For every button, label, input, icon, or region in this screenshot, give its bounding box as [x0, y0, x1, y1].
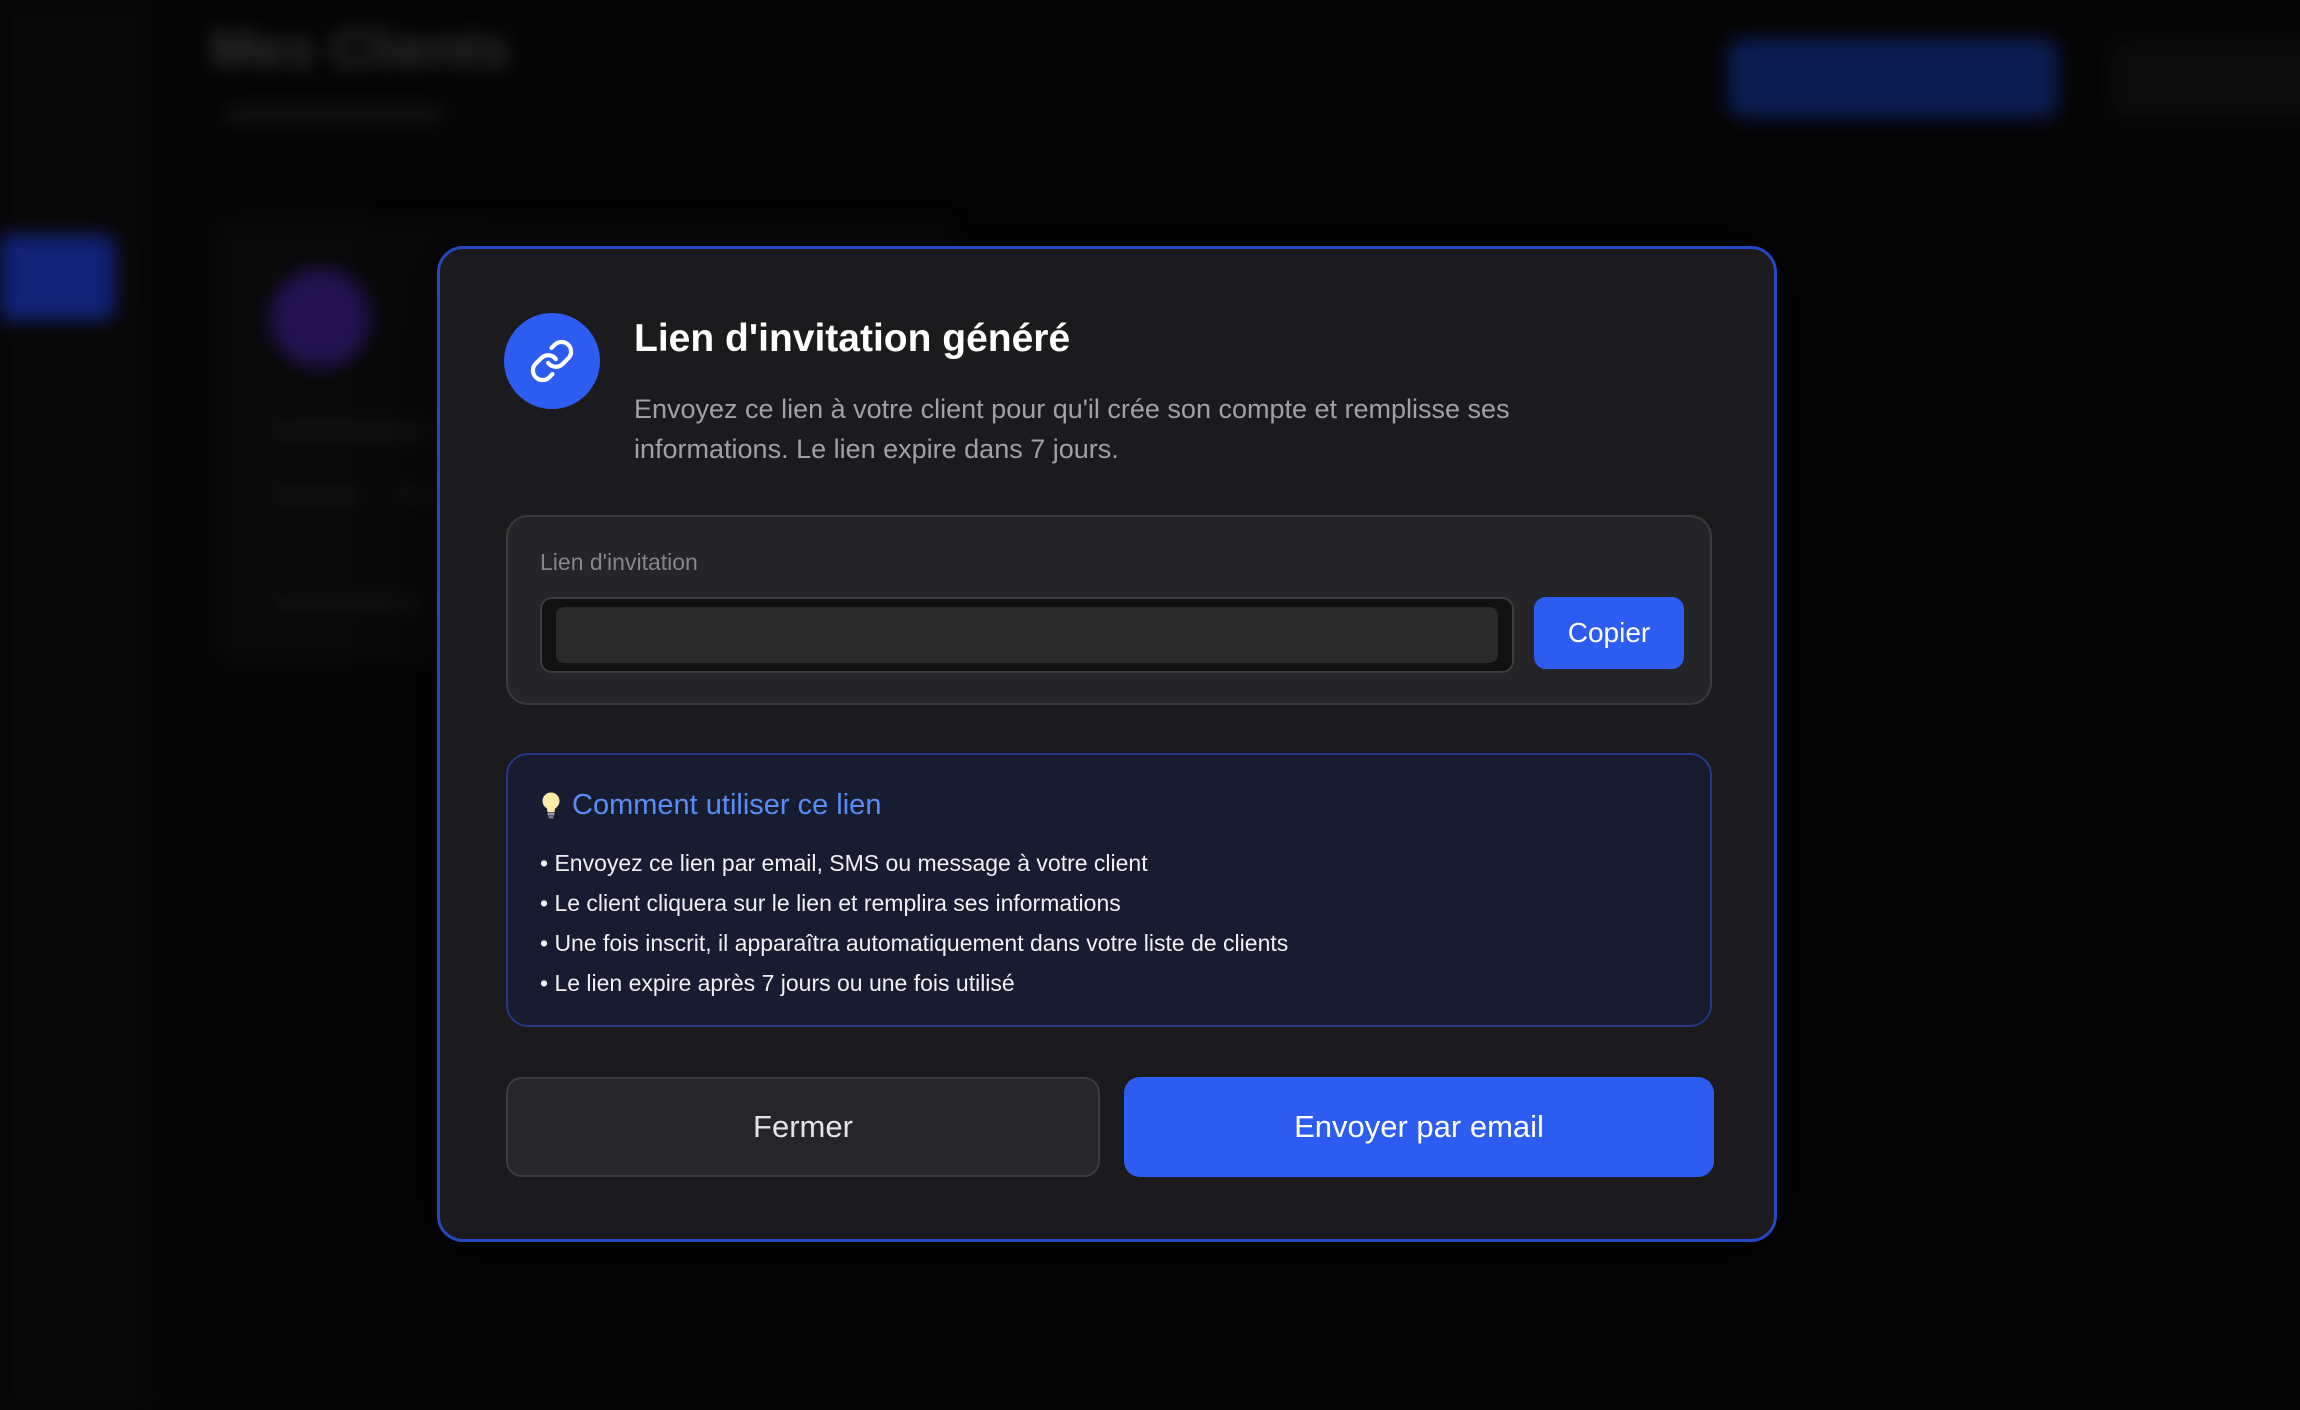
modal-title: Lien d'invitation généré — [634, 317, 1071, 360]
modal-description: Envoyez ce lien à votre client pour qu'i… — [634, 394, 1510, 464]
how-to-panel: Comment utiliser ce lien • Envoyez ce li… — [506, 753, 1712, 1027]
card-line — [270, 420, 440, 442]
how-to-list: • Envoyez ce lien par email, SMS ou mess… — [540, 843, 1288, 1003]
card-line — [270, 595, 430, 611]
invitation-link-panel: Lien d'invitation Copier — [506, 515, 1712, 705]
app-screen: Mes Clients Lien d'invitation généré Env… — [0, 0, 2300, 1410]
sidebar — [0, 0, 150, 1410]
close-button[interactable]: Fermer — [506, 1077, 1100, 1177]
list-item: • Le lien expire après 7 jours ou une fo… — [540, 970, 1015, 996]
list-item: • Le client cliquera sur le lien et remp… — [540, 890, 1121, 916]
link-icon-badge — [504, 313, 600, 409]
card-line — [270, 485, 360, 505]
list-item: • Envoyez ce lien par email, SMS ou mess… — [540, 850, 1148, 876]
list-item: • Une fois inscrit, il apparaîtra automa… — [540, 930, 1289, 956]
how-to-heading: Comment utiliser ce lien — [540, 789, 881, 822]
add-client-button — [1728, 38, 2058, 118]
avatar — [270, 268, 370, 368]
invitation-link-field — [540, 597, 1514, 673]
invitation-link-modal: Lien d'invitation généré Envoyez ce lien… — [437, 246, 1777, 1242]
invitation-link-input[interactable] — [556, 607, 1498, 663]
page-subtitle — [225, 105, 445, 123]
invitation-link-label: Lien d'invitation — [540, 549, 698, 575]
how-to-title: Comment utiliser ce lien — [572, 789, 882, 821]
link-icon — [530, 339, 574, 383]
send-email-button[interactable]: Envoyer par email — [1124, 1077, 1714, 1177]
page-title: Mes Clients — [210, 19, 511, 74]
lightbulb-icon — [542, 792, 560, 818]
secondary-button — [2110, 40, 2300, 118]
copy-button[interactable]: Copier — [1534, 597, 1684, 669]
sidebar-active-item — [0, 235, 115, 320]
